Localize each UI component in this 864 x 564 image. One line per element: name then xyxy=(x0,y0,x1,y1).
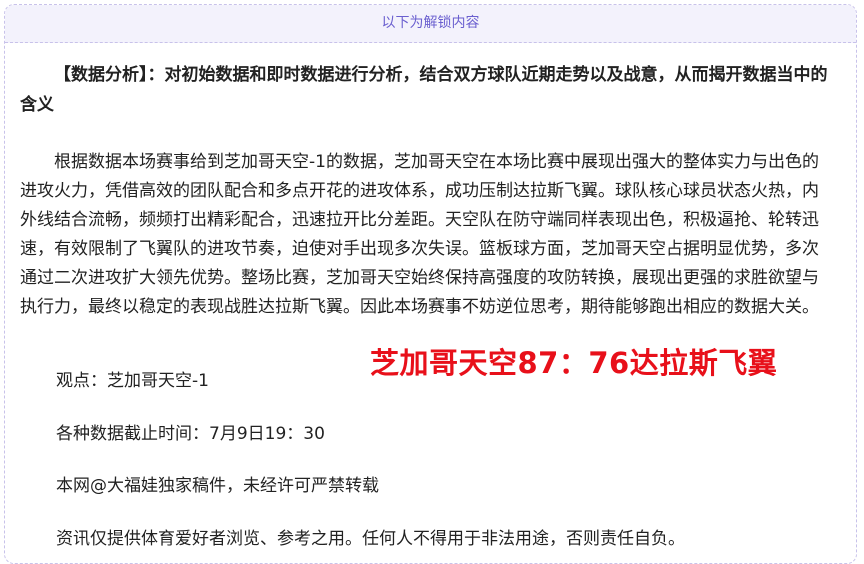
article-content: 【数据分析】：对初始数据和即时数据进行分析，结合双方球队近期走势以及战意，从而揭… xyxy=(20,60,832,322)
viewpoint-text: 观点：芝加哥天空-1 xyxy=(56,371,209,391)
copyright-notice: 本网@大福娃独家稿件，未经许可严禁转载 xyxy=(56,476,379,496)
data-cutoff-time: 各种数据截止时间：7月9日19：30 xyxy=(56,424,325,444)
unlock-notice-bar: 以下为解锁内容 xyxy=(5,5,856,43)
analysis-body: 根据数据本场赛事给到芝加哥天空-1的数据，芝加哥天空在本场比赛中展现出强大的整体… xyxy=(20,152,819,317)
score-prediction: 芝加哥天空87：76达拉斯飞翼 xyxy=(370,346,778,380)
analysis-heading: 【数据分析】：对初始数据和即时数据进行分析，结合双方球队近期走势以及战意，从而揭… xyxy=(20,65,828,115)
disclaimer-text: 资讯仅提供体育爱好者浏览、参考之用。任何人不得用于非法用途，否则责任自负。 xyxy=(56,529,685,549)
unlock-notice-label: 以下为解锁内容 xyxy=(381,15,480,31)
